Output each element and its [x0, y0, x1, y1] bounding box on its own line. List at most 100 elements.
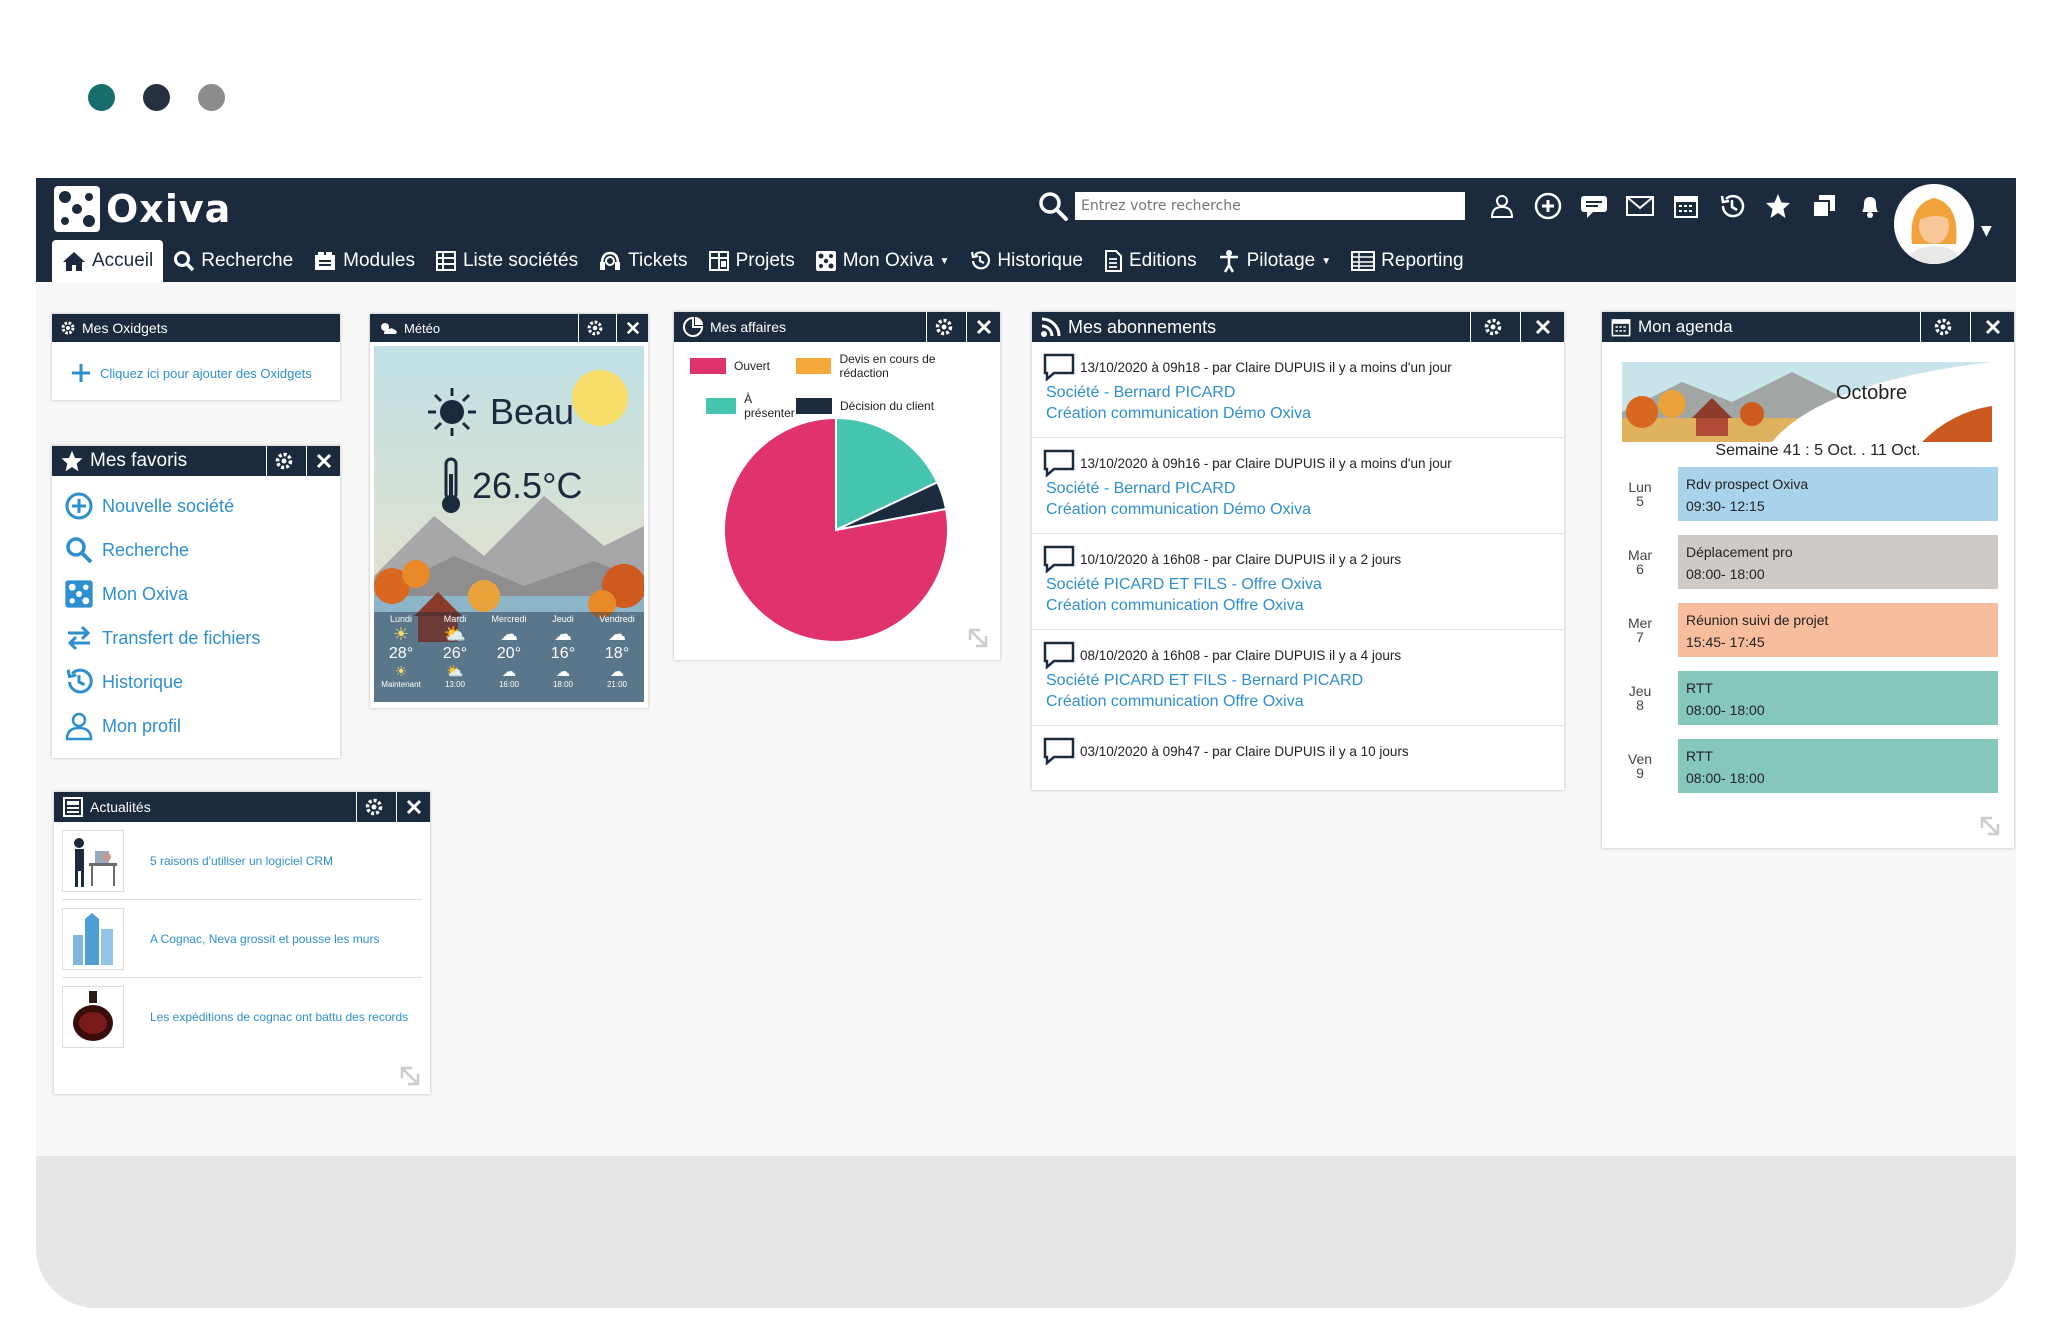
- agenda-event[interactable]: Réunion suivi de projet 15:45- 17:45: [1678, 603, 1998, 657]
- nav-historique[interactable]: Historique: [959, 240, 1093, 282]
- agenda-event[interactable]: Déplacement pro 08:00- 18:00: [1678, 535, 1998, 589]
- avatar[interactable]: [1894, 184, 1974, 264]
- news-title[interactable]: 5 raisons d'utiliser un logiciel CRM: [150, 854, 333, 868]
- nav-accueil[interactable]: Accueil: [52, 240, 164, 282]
- top-header: Oxiva Entrez votre recherche ▼ Accueil R…: [36, 178, 2016, 282]
- news-title[interactable]: Les expéditions de cognac ont battu des …: [150, 1010, 408, 1024]
- forecast-day-name: Mardi: [443, 614, 467, 624]
- close-button[interactable]: [396, 792, 430, 822]
- calendar-icon[interactable]: [1670, 190, 1702, 222]
- widget-header: Mes abonnements: [1032, 312, 1564, 342]
- chat-icon[interactable]: [1578, 190, 1610, 222]
- agenda-event-row[interactable]: Mar 6 Déplacement pro 08:00- 18:00: [1602, 528, 2014, 596]
- search-input[interactable]: [1075, 192, 1465, 220]
- forecast-temp: 26°: [442, 645, 468, 662]
- mail-icon[interactable]: [1624, 190, 1656, 222]
- add-circle-icon[interactable]: [1532, 190, 1564, 222]
- settings-button[interactable]: [266, 446, 300, 476]
- news-title[interactable]: A Cognac, Neva grossit et pousse les mur…: [150, 932, 379, 946]
- subscription-meta: 13/10/2020 à 09h18 - par Claire DUPUIS i…: [1080, 359, 1452, 375]
- windows-icon[interactable]: [1808, 190, 1840, 222]
- users-icon[interactable]: [1486, 190, 1518, 222]
- settings-button[interactable]: [1920, 312, 1964, 342]
- agenda-event-row[interactable]: Jeu 8 RTT 08:00- 18:00: [1602, 664, 2014, 732]
- agenda-month: Octobre: [1836, 382, 1908, 404]
- agenda-event[interactable]: Rdv prospect Oxiva 09:30- 12:15: [1678, 467, 1998, 521]
- nav-mon-oxiva[interactable]: Mon Oxiva ▼: [805, 240, 960, 282]
- widget-title: Mon agenda: [1638, 317, 1733, 336]
- agenda-event-row[interactable]: Ven 9 RTT 08:00- 18:00: [1602, 732, 2014, 800]
- favori-item[interactable]: Mon profil: [52, 704, 340, 748]
- subscription-link[interactable]: Création communication Offre Oxiva: [1046, 691, 1554, 712]
- star-icon[interactable]: [1762, 190, 1794, 222]
- subscription-link[interactable]: Société - Bernard PICARD: [1046, 478, 1554, 499]
- close-icon: [1985, 319, 2000, 335]
- agenda-event[interactable]: RTT 08:00- 18:00: [1678, 671, 1998, 725]
- add-oxidgets-link[interactable]: Cliquez ici pour ajouter des Oxidgets: [52, 342, 340, 384]
- subscription-link[interactable]: Société - Bernard PICARD: [1046, 382, 1554, 403]
- settings-button[interactable]: [578, 314, 610, 342]
- window-dot[interactable]: [88, 84, 115, 111]
- comment-icon: [1043, 545, 1075, 574]
- window-dot[interactable]: [198, 84, 225, 111]
- window-controls: [88, 84, 225, 111]
- abonnements-widget: Mes abonnements 13/10/2020 à 09h18 - par…: [1032, 312, 1564, 790]
- nav-projets[interactable]: Projets: [698, 240, 805, 282]
- subscription-item[interactable]: 10/10/2020 à 16h08 - par Claire DUPUIS i…: [1032, 534, 1564, 630]
- nav-reporting[interactable]: Reporting: [1341, 240, 1473, 282]
- close-button[interactable]: [616, 314, 648, 342]
- bell-icon[interactable]: [1854, 190, 1886, 222]
- news-item[interactable]: A Cognac, Neva grossit et pousse les mur…: [62, 900, 422, 978]
- favori-item[interactable]: Transfert de fichiers: [52, 616, 340, 660]
- cloud-icon: ☁: [554, 624, 572, 644]
- close-icon: [1535, 319, 1550, 335]
- forecast-day-name: Vendredi: [599, 614, 635, 624]
- subscription-link[interactable]: Création communication Démo Oxiva: [1046, 403, 1554, 424]
- settings-button[interactable]: [926, 312, 960, 342]
- close-button[interactable]: [306, 446, 340, 476]
- subscription-link[interactable]: Société PICARD ET FILS - Bernard PICARD: [1046, 670, 1554, 691]
- favori-item[interactable]: Nouvelle société: [52, 484, 340, 528]
- agenda-event[interactable]: RTT 08:00- 18:00: [1678, 739, 1998, 793]
- subscription-item[interactable]: 08/10/2020 à 16h08 - par Claire DUPUIS i…: [1032, 630, 1564, 726]
- resize-icon[interactable]: [966, 626, 990, 650]
- abonnements-list: 13/10/2020 à 09h18 - par Claire DUPUIS i…: [1032, 342, 1564, 776]
- subscription-item[interactable]: 03/10/2020 à 09h47 - par Claire DUPUIS i…: [1032, 726, 1564, 776]
- nav-editions[interactable]: Editions: [1093, 240, 1207, 282]
- agenda-event-row[interactable]: Lun 5 Rdv prospect Oxiva 09:30- 12:15: [1602, 460, 2014, 528]
- widget-header: Météo: [370, 314, 648, 342]
- history-icon[interactable]: [1716, 190, 1748, 222]
- subscription-link[interactable]: Création communication Offre Oxiva: [1046, 595, 1554, 616]
- nav-pilotage[interactable]: Pilotage ▼: [1207, 240, 1342, 282]
- close-button[interactable]: [1520, 312, 1564, 342]
- subscription-item[interactable]: 13/10/2020 à 09h16 - par Claire DUPUIS i…: [1032, 438, 1564, 534]
- chevron-down-icon[interactable]: ▼: [1981, 223, 1992, 239]
- nav-tickets[interactable]: Tickets: [588, 240, 697, 282]
- close-button[interactable]: [1970, 312, 2014, 342]
- favori-item[interactable]: Recherche: [52, 528, 340, 572]
- nav-liste-societes[interactable]: Liste sociétés: [425, 240, 588, 282]
- resize-icon[interactable]: [398, 1064, 422, 1088]
- app-logo[interactable]: Oxiva: [52, 184, 231, 234]
- widget-title: Mes favoris: [90, 450, 188, 471]
- settings-button[interactable]: [356, 792, 390, 822]
- resize-icon[interactable]: [1978, 814, 2002, 838]
- favori-item[interactable]: Historique: [52, 660, 340, 704]
- subscription-link[interactable]: Société PICARD ET FILS - Offre Oxiva: [1046, 574, 1554, 595]
- settings-button[interactable]: [1470, 312, 1514, 342]
- projects-icon: [708, 251, 729, 271]
- event-title: RTT: [1686, 748, 1713, 764]
- window-dot[interactable]: [143, 84, 170, 111]
- nav-modules[interactable]: Modules: [303, 240, 425, 282]
- news-item[interactable]: 5 raisons d'utiliser un logiciel CRM: [62, 822, 422, 900]
- subscription-link[interactable]: Création communication Démo Oxiva: [1046, 499, 1554, 520]
- favori-item[interactable]: Mon Oxiva: [52, 572, 340, 616]
- search-icon[interactable]: [1037, 190, 1069, 222]
- close-button[interactable]: [966, 312, 1000, 342]
- agenda-event-row[interactable]: Mer 7 Réunion suivi de projet 15:45- 17:45: [1602, 596, 2014, 664]
- add-oxidgets-label: Cliquez ici pour ajouter des Oxidgets: [100, 365, 312, 381]
- gear-icon: [1934, 318, 1951, 336]
- subscription-item[interactable]: 13/10/2020 à 09h18 - par Claire DUPUIS i…: [1032, 342, 1564, 438]
- news-item[interactable]: Les expéditions de cognac ont battu des …: [62, 978, 422, 1056]
- nav-recherche[interactable]: Recherche: [163, 240, 303, 282]
